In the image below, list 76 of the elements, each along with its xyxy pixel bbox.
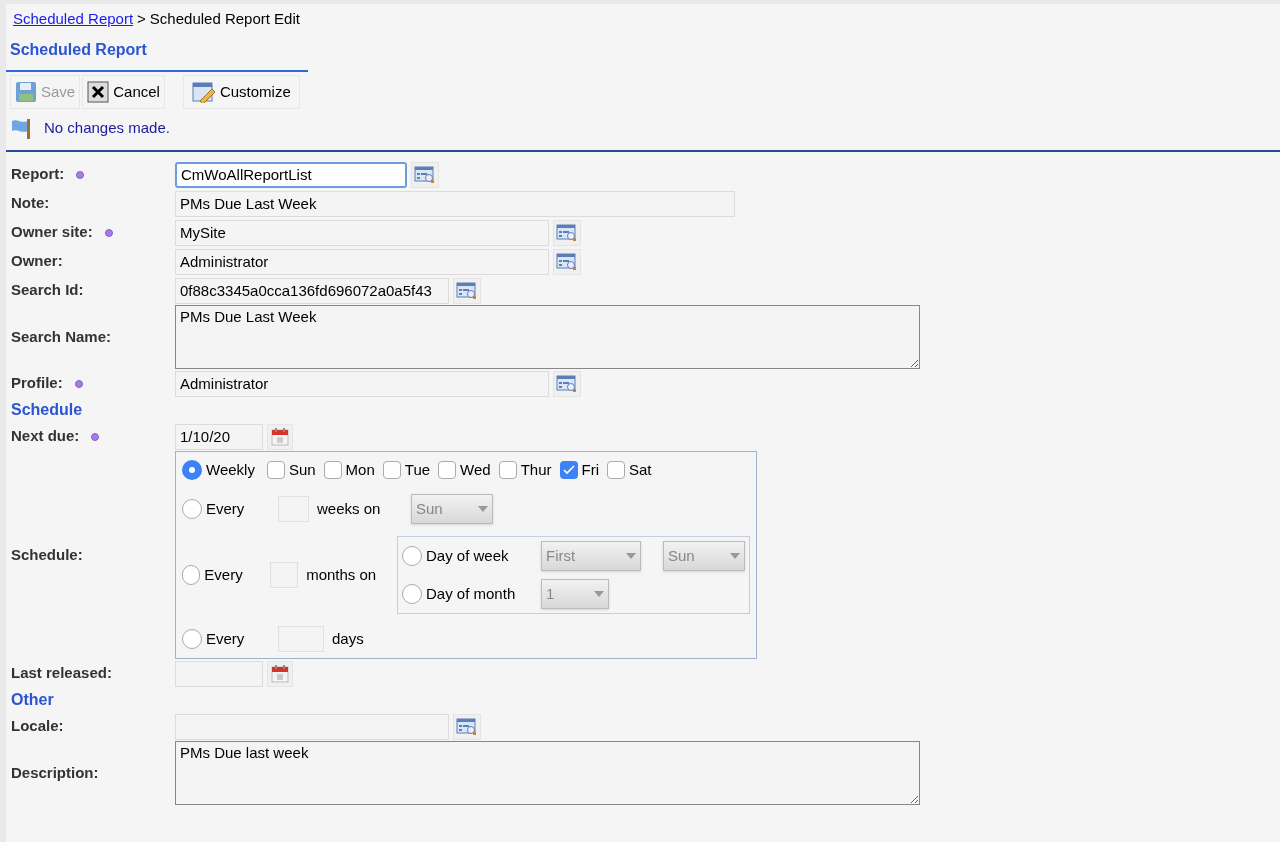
pencil-window-icon — [191, 81, 216, 103]
input-field[interactable]: 0f88c3345a0cca136fd696072a0a5f43 — [175, 277, 449, 304]
lookup-icon[interactable] — [553, 219, 581, 246]
field-label: Profile: — [11, 373, 63, 394]
unit-label: weeks on — [317, 498, 382, 519]
option-label: Weekly — [206, 459, 255, 480]
field-label: Search Id: — [11, 280, 84, 301]
field-label: Locale: — [11, 716, 64, 737]
unit-label: days — [332, 628, 364, 649]
input-field[interactable]: MySite — [175, 219, 549, 246]
checkbox[interactable] — [438, 461, 457, 479]
field-label: Note: — [11, 193, 50, 214]
radio-button[interactable] — [402, 546, 422, 566]
calendar-icon[interactable] — [267, 660, 293, 687]
day-label: Wed — [460, 459, 491, 480]
lookup-icon[interactable] — [553, 370, 581, 397]
checkbox[interactable] — [498, 461, 517, 479]
breadcrumb-current: Scheduled Report Edit — [149, 8, 300, 29]
day-label: Sat — [629, 459, 652, 480]
field-label: Owner: — [11, 251, 63, 272]
field-label: Report: — [11, 164, 65, 185]
lookup-icon[interactable] — [453, 713, 481, 740]
day-label: Sun — [288, 459, 316, 480]
input-field[interactable]: CmWoAllReportList — [175, 161, 407, 188]
input-field[interactable] — [175, 713, 449, 740]
option-label: Every — [206, 498, 246, 519]
checkbox[interactable] — [559, 461, 578, 479]
page-tab[interactable]: Scheduled Report — [6, 34, 308, 72]
breadcrumb-separator: > — [137, 8, 146, 29]
day-label: Thur — [520, 459, 552, 480]
section-heading: Schedule — [11, 400, 83, 420]
radio-button[interactable] — [182, 629, 202, 649]
section-heading: Other — [11, 690, 54, 710]
caret-icon — [478, 506, 488, 512]
checkbox[interactable] — [607, 461, 625, 479]
date-field[interactable]: 1/10/20 — [175, 423, 263, 450]
input-field[interactable]: Administrator — [175, 248, 549, 275]
unit-label: months on — [306, 564, 378, 585]
radio-button[interactable] — [182, 460, 202, 480]
status-message: No changes made. — [44, 117, 170, 138]
lookup-icon[interactable] — [411, 161, 439, 188]
text-area[interactable]: PMs Due Last Week — [175, 305, 920, 369]
caret-icon — [730, 553, 740, 559]
option-label: Every — [206, 628, 246, 649]
input-field[interactable]: Administrator — [175, 370, 549, 397]
caret-icon — [626, 553, 636, 559]
field-label: Owner site: — [11, 222, 93, 243]
lookup-icon[interactable] — [553, 248, 581, 275]
field-label: Last released: — [11, 663, 112, 684]
field-label: Description: — [11, 762, 99, 783]
customize-button[interactable]: Customize — [182, 75, 300, 109]
option-label: Every — [204, 564, 244, 585]
day-label: Mon — [345, 459, 375, 480]
day-label: Tue — [404, 459, 431, 480]
checkbox[interactable] — [266, 461, 285, 479]
field-label: Schedule: — [11, 544, 83, 565]
checkbox[interactable] — [382, 461, 401, 479]
date-field[interactable] — [175, 660, 263, 687]
cancel-button[interactable]: Cancel — [82, 75, 165, 109]
text-area[interactable]: PMs Due last week — [175, 741, 920, 805]
checkbox[interactable] — [323, 461, 342, 479]
field-label: Next due: — [11, 426, 80, 447]
day-label: Fri — [581, 459, 599, 480]
option-label: Day of month — [426, 583, 517, 604]
radio-button[interactable] — [182, 565, 201, 585]
check-icon — [562, 465, 575, 475]
lookup-icon[interactable] — [453, 277, 481, 304]
option-label: Day of week — [426, 545, 510, 566]
close-icon — [87, 81, 110, 103]
radio-button[interactable] — [182, 499, 202, 519]
calendar-icon[interactable] — [267, 423, 293, 450]
radio-button[interactable] — [402, 584, 422, 604]
field-label: Search Name: — [11, 326, 112, 347]
input-field[interactable]: PMs Due Last Week — [175, 190, 735, 217]
breadcrumb-link[interactable]: Scheduled Report — [13, 7, 134, 31]
caret-icon — [594, 591, 604, 597]
